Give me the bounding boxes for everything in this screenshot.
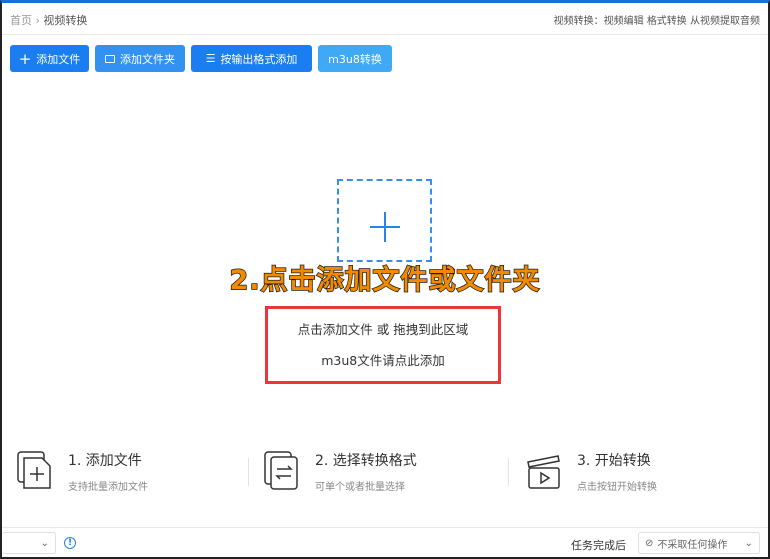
dropzone-text-highlight[interactable]: 点击添加文件 或 拖拽到此区域 m3u8文件请点此添加 bbox=[265, 306, 501, 384]
add-by-format-button[interactable]: ☰ 按输出格式添加 bbox=[191, 45, 312, 72]
chevron-down-icon: ⌄ bbox=[744, 537, 753, 549]
annotation-caption: 2.点击添加文件或文件夹 bbox=[229, 264, 541, 297]
clapperboard-icon bbox=[527, 455, 560, 489]
ban-icon: ⊘ bbox=[645, 537, 654, 549]
convert-format-icon bbox=[264, 451, 298, 490]
divider bbox=[248, 458, 249, 486]
breadcrumb-home[interactable]: 首页 bbox=[10, 14, 32, 27]
step-subtitle: 点击按钮开始转换 bbox=[577, 482, 657, 493]
plus-icon: + bbox=[18, 49, 32, 68]
link-format-convert[interactable]: 格式转换 bbox=[647, 16, 687, 27]
info-icon[interactable]: ! bbox=[64, 537, 76, 549]
step-start-convert: 3. 开始转换点击按钮开始转换 bbox=[525, 450, 657, 493]
divider bbox=[508, 458, 509, 486]
m3u8-hint[interactable]: m3u8文件请点此添加 bbox=[268, 350, 498, 369]
after-task-value: 不采取任何操作 bbox=[657, 539, 728, 551]
link-extract-audio[interactable]: 从视频提取音频 bbox=[690, 16, 760, 27]
step-title: 2. 选择转换格式 bbox=[315, 453, 417, 469]
step-title: 3. 开始转换 bbox=[577, 453, 651, 469]
list-icon: ☰ bbox=[205, 52, 216, 65]
add-folder-label: 添加文件夹 bbox=[120, 52, 175, 66]
breadcrumb: 首页 › 视频转换 bbox=[10, 12, 87, 28]
step-subtitle: 可单个或者批量选择 bbox=[315, 482, 405, 493]
folder-icon bbox=[105, 54, 115, 63]
plus-icon bbox=[370, 212, 400, 242]
step-title: 1. 添加文件 bbox=[68, 453, 142, 469]
divider bbox=[2, 34, 768, 35]
output-dropdown[interactable]: ⌄ bbox=[2, 532, 56, 554]
top-links: 视频转换：视频编辑 格式转换 从视频提取音频 bbox=[554, 12, 760, 27]
add-by-format-label: 按输出格式添加 bbox=[220, 52, 298, 66]
add-file-button[interactable]: + 添加文件 bbox=[10, 45, 89, 72]
step-subtitle: 支持批量添加文件 bbox=[68, 482, 148, 493]
breadcrumb-current: 视频转换 bbox=[43, 14, 88, 27]
add-file-icon bbox=[17, 451, 51, 489]
m3u8-convert-button[interactable]: m3u8转换 bbox=[318, 45, 392, 72]
after-task-label: 任务完成后 bbox=[571, 539, 626, 552]
top-links-label: 视频转换： bbox=[553, 16, 604, 27]
dropzone-hint: 点击添加文件 或 拖拽到此区域 bbox=[297, 322, 469, 337]
add-file-label: 添加文件 bbox=[36, 52, 81, 66]
breadcrumb-separator: › bbox=[35, 14, 40, 27]
link-video-edit[interactable]: 视频编辑 bbox=[604, 16, 644, 27]
add-folder-button[interactable]: 添加文件夹 bbox=[95, 45, 185, 72]
step-add-file: 1. 添加文件支持批量添加文件 bbox=[16, 450, 148, 493]
chevron-down-icon: ⌄ bbox=[40, 537, 49, 549]
after-task-select[interactable]: ⊘ 不采取任何操作 ⌄ bbox=[638, 532, 760, 554]
step-choose-format: 2. 选择转换格式可单个或者批量选择 bbox=[263, 450, 417, 493]
